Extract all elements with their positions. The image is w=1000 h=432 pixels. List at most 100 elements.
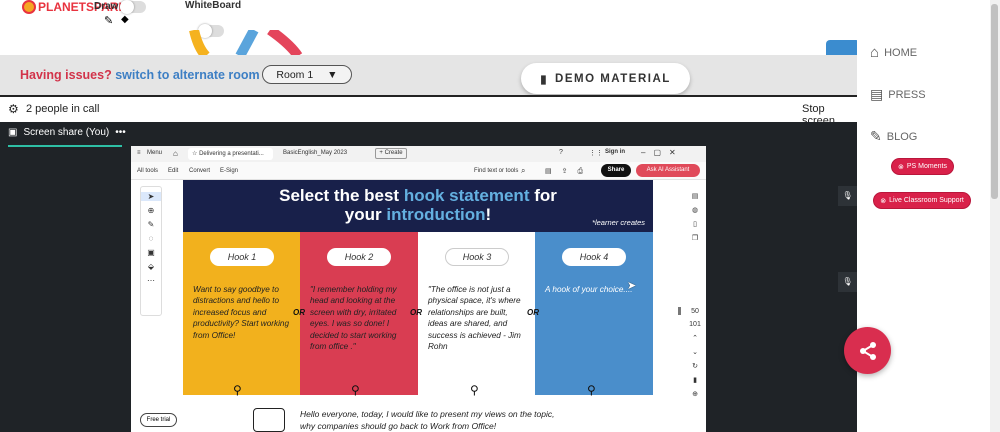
hook-2-label: Hook 2 — [327, 248, 391, 266]
hook-4-label: Hook 4 — [562, 248, 626, 266]
logo-mark-icon — [22, 0, 36, 14]
draw-toggle[interactable] — [120, 0, 146, 14]
screen-icon: ▣ — [8, 127, 18, 138]
hook-column-4: Hook 4 A hook of your choice.... — [535, 232, 653, 395]
create-label: Create — [384, 150, 403, 156]
lasso-icon[interactable]: ◌ — [141, 234, 161, 243]
nav-home[interactable]: ⌂ HOME — [870, 44, 917, 61]
menu-edit[interactable]: Edit — [168, 168, 178, 174]
slide-title: Select the best hook statement for your … — [183, 180, 653, 232]
hook-1-label: Hook 1 — [210, 248, 274, 266]
or-label-3: OR — [527, 308, 539, 317]
call-bar: ⚙ 2 people in call Stop screen — [0, 95, 857, 127]
hook-column-3: Hook 3 "The office is not just a physica… — [418, 232, 536, 395]
screen-share-tab[interactable]: ▣ Screen share (You) ••• — [8, 127, 126, 138]
ps-moments-label: PS Moments — [906, 163, 947, 170]
decorative-arcs — [189, 30, 303, 56]
zoom-level-1: 50 — [691, 308, 699, 315]
panel-icon[interactable]: ▤ — [686, 192, 704, 200]
search-icon[interactable]: ⌕ — [521, 166, 525, 176]
hook-1-text: Want to say goodbye to distractions and … — [193, 285, 290, 340]
document-icon[interactable]: ▮ — [686, 376, 704, 384]
magnifier-icon-3: ⚲ — [470, 383, 479, 397]
issues-text: Having issues? switch to alternate room — [20, 68, 260, 82]
tab-document-1[interactable]: ☆ Delivering a presentati... — [188, 148, 273, 160]
hook-2-text: "I remember holding my head and looking … — [310, 285, 397, 352]
free-trial-button[interactable]: Free trial — [140, 413, 177, 427]
create-button[interactable]: + Create — [375, 148, 407, 159]
hook-3-label: Hook 3 — [445, 248, 509, 266]
more-icon[interactable]: ••• — [115, 127, 126, 138]
sign-in-link[interactable]: Sign in — [605, 149, 625, 155]
menu-convert[interactable]: Convert — [189, 168, 210, 174]
circle-x-icon-2: ⊗ — [880, 197, 887, 205]
pdf-menu[interactable]: Menu — [147, 150, 162, 156]
mic-icon-2[interactable]: 🎙 — [838, 272, 857, 292]
pdf-titlebar: ≡ Menu ⌂ ☆ Delivering a presentati... Ba… — [131, 146, 706, 162]
gear-icon[interactable]: ⚙ — [8, 102, 19, 116]
text-box-icon[interactable]: ▣ — [141, 248, 161, 257]
pdf-action-icons[interactable]: ▤⇪⎙ — [545, 167, 593, 176]
pdf-menubar: All tools Edit Convert E-Sign Find text … — [131, 162, 706, 180]
share-button[interactable]: Share — [601, 164, 631, 177]
folder-icon: ▮ — [540, 73, 549, 86]
circle-x-icon: ⊗ — [898, 163, 904, 171]
eraser-icon[interactable]: ◆ — [121, 14, 129, 25]
pencil-blog-icon: ✎ — [870, 128, 882, 144]
demo-material-button[interactable]: ▮ DEMO MATERIAL — [521, 63, 690, 94]
switch-room-link[interactable]: switch to alternate room — [115, 68, 259, 82]
bottom-text-line-1: Hello everyone, today, I would like to p… — [300, 409, 555, 419]
live-support-label: Live Classroom Support — [889, 197, 964, 204]
scrollbar-thumb[interactable] — [991, 4, 998, 199]
ask-ai-button[interactable]: Ask AI Assistant — [636, 164, 700, 177]
nav-blog-label: BLOG — [886, 130, 918, 143]
zoom-in-icon[interactable]: ⊕ — [686, 390, 704, 398]
window-controls[interactable]: –▢✕ — [641, 148, 684, 157]
screen-share-label: Screen share (You) — [23, 127, 110, 138]
tab-document-2[interactable]: BasicEnglish_May 2023 — [283, 150, 347, 156]
nav-press[interactable]: ▤ PRESS — [870, 86, 926, 103]
title-part-b: hook statement — [403, 186, 530, 205]
rotate-icon[interactable]: ↻ — [686, 362, 704, 370]
magnifier-icon-2: ⚲ — [351, 383, 360, 397]
title-part-c: for — [534, 186, 557, 205]
nav-home-label: HOME — [884, 46, 918, 59]
apps-grid-icon[interactable]: ⋮⋮ — [589, 149, 603, 157]
demo-material-label: DEMO MATERIAL — [555, 72, 671, 85]
or-label-1: OR — [293, 308, 305, 317]
pdf-scrollbar[interactable] — [678, 307, 681, 315]
title-part-d: your — [344, 205, 382, 224]
help-icon[interactable]: ? — [559, 149, 563, 156]
cursor-icon[interactable]: ➤ — [141, 192, 161, 201]
magnifier-icon-4: ⚲ — [587, 383, 596, 397]
fill-icon[interactable]: ⬙ — [141, 262, 161, 271]
share-icon — [859, 341, 876, 360]
chevron-down-icon[interactable]: ⌄ — [686, 348, 704, 356]
title-part-a: Select the best — [279, 186, 400, 205]
magnifier-icon-1: ⚲ — [233, 383, 242, 397]
menu-esign[interactable]: E-Sign — [220, 168, 238, 174]
pen-icon[interactable]: ✎ — [141, 220, 161, 229]
mic-icon[interactable]: 🎙 — [838, 186, 857, 206]
zoom-icon[interactable]: ⊕ — [141, 206, 161, 215]
home-icon: ⌂ — [870, 44, 880, 61]
hamburger-icon[interactable]: ≡ — [137, 150, 141, 156]
dropdown-triangle-icon: ▼ — [327, 68, 338, 81]
nav-blog[interactable]: ✎ BLOG — [870, 128, 917, 145]
menu-all-tools[interactable]: All tools — [137, 168, 158, 174]
chevron-up-icon[interactable]: ⌃ — [686, 334, 704, 342]
home-small-icon[interactable]: ⌂ — [173, 149, 178, 158]
comment-icon[interactable]: ◍ — [686, 206, 704, 214]
more-tools-icon[interactable]: ⋯ — [141, 276, 161, 285]
share-fab[interactable] — [844, 327, 891, 374]
slide-bottom-text: Hello everyone, today, I would like to p… — [300, 408, 555, 432]
bookmark-icon[interactable]: ▯ — [686, 220, 704, 228]
copy-icon[interactable]: ❐ — [686, 234, 704, 242]
pencil-icon[interactable]: ✎ — [104, 14, 113, 27]
ps-moments-button[interactable]: ⊗ PS Moments — [891, 158, 954, 175]
live-support-button[interactable]: ⊗ Live Classroom Support — [873, 192, 971, 209]
room-select[interactable]: Room 1 ▼ — [262, 65, 352, 84]
or-label-2: OR — [410, 308, 422, 317]
find-tools[interactable]: Find text or tools — [474, 168, 518, 174]
hook-column-2: Hook 2 "I remember holding my head and l… — [300, 232, 418, 395]
